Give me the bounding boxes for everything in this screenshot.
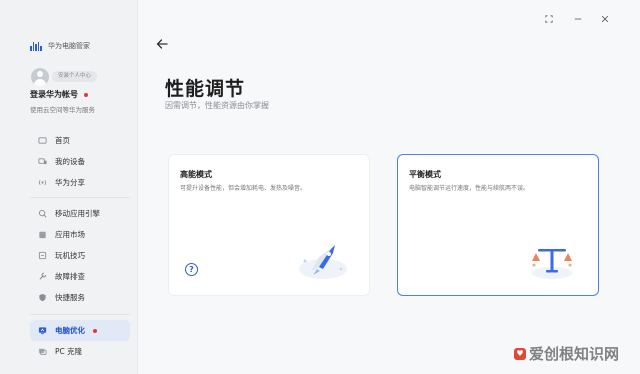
page-title: 性能调节: [165, 78, 246, 100]
minimize-icon[interactable]: [572, 13, 584, 25]
close-icon[interactable]: [599, 13, 611, 25]
alert-dot: [93, 328, 97, 333]
home-icon: [38, 136, 47, 145]
card-title: 高能模式: [180, 170, 212, 179]
watermark: ♥ 爱创根知识网: [514, 343, 619, 364]
sidebar-item-label: 移动应用引擎: [55, 209, 100, 218]
help-icon[interactable]: ?: [185, 263, 198, 276]
sidebar-item-label: 玩机技巧: [55, 251, 85, 260]
sidebar-item-label: 华为分享: [55, 178, 85, 187]
optimize-icon: [38, 326, 47, 335]
devices-icon: [38, 157, 47, 166]
login-label: 登录华为帐号: [30, 90, 78, 99]
sidebar-item-label: 快捷服务: [55, 293, 85, 302]
sidebar-item-engine[interactable]: 移动应用引擎: [30, 203, 130, 224]
card-title: 平衡模式: [409, 170, 441, 179]
sidebar-item-label: 应用市场: [55, 230, 85, 239]
brand: 华为电脑管家: [30, 41, 90, 51]
sidebar-item-label: 首页: [55, 136, 70, 145]
sidebar-item-share[interactable]: 华为分享: [30, 172, 130, 193]
avatar[interactable]: [31, 68, 49, 86]
sidebar-item-optimize[interactable]: 电脑优化: [30, 320, 130, 341]
sidebar-item-clone[interactable]: PC 克隆: [30, 341, 130, 362]
divider: [30, 314, 130, 315]
tips-icon: [38, 251, 47, 260]
watermark-logo-icon: ♥: [514, 347, 526, 360]
app-logo-icon: [30, 41, 42, 51]
sidebar-item-label: 电脑优化: [55, 326, 85, 335]
login-subtitle: 使用云空间等华为服务: [30, 106, 95, 114]
share-icon: [38, 178, 47, 187]
rocket-icon: [299, 245, 347, 279]
login-title[interactable]: 登录华为帐号: [30, 89, 88, 100]
sidebar-item-label: 故障排查: [55, 272, 85, 281]
card-description: 可提升设备性能，但会增加耗电、发热及噪音。: [180, 185, 307, 192]
divider: [30, 197, 130, 198]
balance-scale-icon: [532, 249, 572, 279]
sidebar-item-label: PC 克隆: [55, 347, 83, 356]
store-icon: [38, 230, 47, 239]
page-subtitle: 因需调节，性能资源由你掌握: [165, 101, 269, 110]
shield-icon: [38, 293, 47, 302]
sidebar-item-troubleshoot[interactable]: 故障排查: [30, 266, 130, 287]
alert-dot: [84, 92, 88, 97]
wrench-icon: [38, 272, 47, 281]
back-arrow-icon[interactable]: [155, 36, 169, 50]
watermark-text: 爱创根知识网: [529, 345, 620, 363]
sidebar-item-devices[interactable]: 我的设备: [30, 151, 130, 172]
app-name: 华为电脑管家: [48, 42, 90, 50]
sidebar-item-label: 我的设备: [55, 157, 85, 166]
nav-group-main: 首页 我的设备 华为分享: [30, 130, 130, 193]
card-description: 电脑智能调节运行速度，性能与续航两不误。: [409, 185, 530, 192]
engine-icon: [38, 209, 47, 218]
nav-group-pc: 电脑优化 PC 克隆: [30, 320, 130, 362]
balanced-mode-card[interactable]: 平衡模式 电脑智能调节运行速度，性能与续航两不误。: [397, 154, 599, 296]
sidebar-item-home[interactable]: 首页: [30, 130, 130, 151]
high-performance-mode-card[interactable]: 高能模式 可提升设备性能，但会增加耗电、发热及噪音。 ?: [168, 154, 370, 296]
sidebar-item-quick-service[interactable]: 快捷服务: [30, 287, 130, 308]
app-window: 华为电脑管家 安装个人中心 登录华为帐号 使用云空间等华为服务 首页 我的设备 …: [0, 0, 640, 374]
personal-center-badge[interactable]: 安装个人中心: [52, 71, 98, 82]
sidebar-item-tips[interactable]: 玩机技巧: [30, 245, 130, 266]
sidebar-item-store[interactable]: 应用市场: [30, 224, 130, 245]
nav-group-services: 移动应用引擎 应用市场 玩机技巧 故障排查 快捷服务: [30, 203, 130, 308]
clone-icon: [38, 347, 47, 356]
fullscreen-icon[interactable]: [543, 13, 555, 25]
sidebar: 华为电脑管家 安装个人中心 登录华为帐号 使用云空间等华为服务 首页 我的设备 …: [0, 0, 138, 374]
